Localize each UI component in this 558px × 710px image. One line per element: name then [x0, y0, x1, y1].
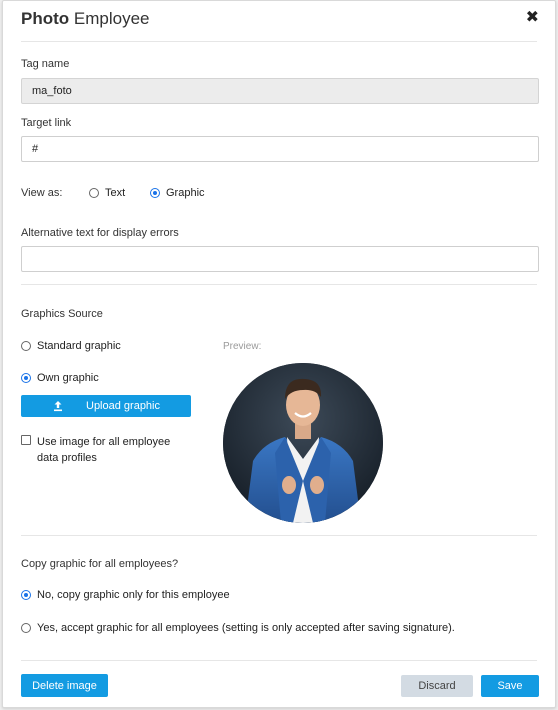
divider: [21, 660, 537, 661]
upload-graphic-label: Upload graphic: [86, 400, 160, 412]
copy-only-this-label: No, copy graphic only for this employee: [37, 589, 230, 601]
save-button[interactable]: Save: [481, 675, 539, 697]
use-for-all-profiles-checkbox[interactable]: [21, 435, 31, 445]
divider: [21, 535, 537, 536]
standard-graphic-label: Standard graphic: [37, 340, 121, 352]
employee-photo-preview: [223, 363, 383, 523]
graphics-source-label: Graphics Source: [21, 308, 103, 320]
use-for-all-profiles-line2: data profiles: [37, 452, 97, 464]
dialog-title-rest: Employee: [69, 9, 150, 28]
alt-text-field[interactable]: [21, 246, 539, 272]
dialog-title: Photo Employee: [21, 9, 149, 29]
copy-only-this-option[interactable]: No, copy graphic only for this employee: [21, 589, 230, 601]
alt-text-label: Alternative text for display errors: [21, 227, 179, 239]
copy-graphic-question: Copy graphic for all employees?: [21, 558, 179, 570]
tag-name-field[interactable]: [21, 78, 539, 104]
standard-graphic-option[interactable]: Standard graphic: [21, 340, 121, 352]
upload-icon: [54, 401, 62, 412]
view-as-text-label: Text: [105, 187, 126, 199]
target-link-field[interactable]: [21, 136, 539, 162]
radio-standard-graphic[interactable]: [21, 341, 31, 351]
use-for-all-profiles-option[interactable]: Use image for all employee data profiles: [21, 434, 170, 466]
dialog-title-bold: Photo: [21, 9, 70, 28]
radio-text[interactable]: [89, 188, 99, 198]
radio-copy-only-this[interactable]: [21, 590, 31, 600]
discard-button[interactable]: Discard: [401, 675, 473, 697]
use-for-all-profiles-label: Use image for all employee data profiles: [37, 434, 170, 466]
delete-image-button[interactable]: Delete image: [21, 674, 108, 697]
radio-copy-for-all[interactable]: [21, 623, 31, 633]
radio-own-graphic[interactable]: [21, 373, 31, 383]
copy-for-all-label: Yes, accept graphic for all employees (s…: [37, 622, 455, 634]
divider: [21, 41, 537, 42]
own-graphic-option[interactable]: Own graphic: [21, 372, 99, 384]
preview-label: Preview:: [223, 341, 262, 352]
tag-name-label: Tag name: [21, 58, 70, 70]
view-as-graphic-label: Graphic: [166, 187, 205, 199]
view-as-text-option[interactable]: Text: [89, 187, 125, 199]
view-as-label: View as:: [21, 187, 63, 199]
employee-portrait-image: [223, 363, 383, 523]
radio-graphic[interactable]: [150, 188, 160, 198]
copy-for-all-option[interactable]: Yes, accept graphic for all employees (s…: [21, 622, 455, 634]
upload-graphic-button[interactable]: Upload graphic: [21, 395, 191, 417]
own-graphic-label: Own graphic: [37, 372, 99, 384]
divider: [21, 284, 537, 285]
photo-employee-dialog: Photo Employee ✖ Tag name Target link Vi…: [2, 0, 556, 708]
use-for-all-profiles-line1: Use image for all employee: [37, 436, 171, 448]
close-icon[interactable]: ✖: [526, 7, 539, 27]
target-link-label: Target link: [21, 117, 72, 129]
view-as-graphic-option[interactable]: Graphic: [150, 187, 205, 199]
